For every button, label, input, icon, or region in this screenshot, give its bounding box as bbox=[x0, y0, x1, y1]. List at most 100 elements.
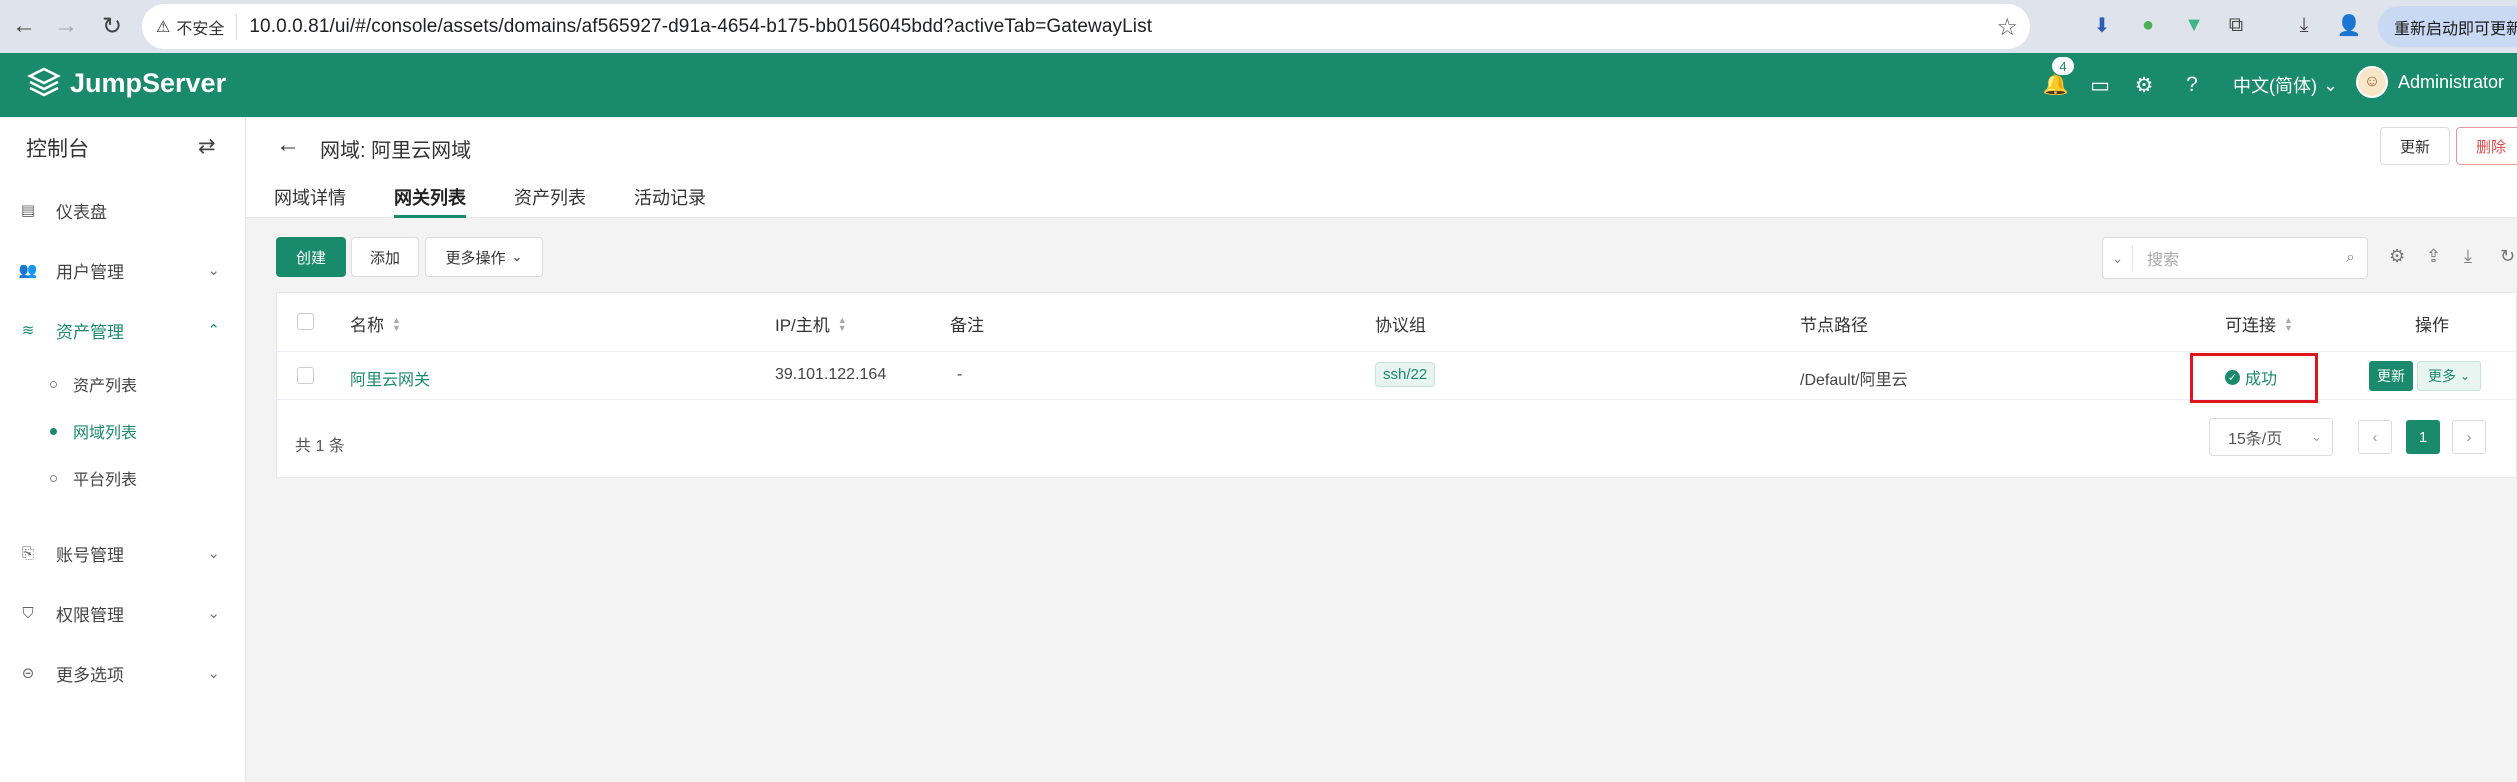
language-selector[interactable]: 中文(简体) ⌄ bbox=[2233, 72, 2338, 98]
browser-toolbar: ← → ↻ ⚠ 不安全 10.0.0.81/ui/#/console/asset… bbox=[0, 0, 2517, 53]
extension-icon[interactable]: ● bbox=[2134, 11, 2162, 39]
refresh-icon[interactable]: ↻ bbox=[2500, 246, 2515, 267]
sidebar: 控制台 ⇄ ▤ 仪表盘 👥 用户管理 ⌄ ≋ 资产管理 ⌃ 资产列表 网域列表 … bbox=[0, 117, 246, 782]
sidebar-item-assets[interactable]: ≋ 资产管理 ⌃ bbox=[0, 307, 246, 353]
page-size-select[interactable]: 15条/页 ⌄ bbox=[2209, 418, 2333, 456]
sort-icon[interactable]: ▲ ▼ bbox=[392, 315, 401, 332]
update-button[interactable]: 更新 bbox=[2380, 127, 2450, 165]
chevron-down-icon: ⌄ bbox=[2323, 74, 2339, 95]
gear-icon[interactable]: ⚙ bbox=[2128, 69, 2160, 101]
gateway-node-path: /Default/阿里云 bbox=[1800, 372, 1908, 389]
sidebar-subitem-label: 平台列表 bbox=[73, 472, 138, 489]
row-more-label: 更多 bbox=[2427, 368, 2456, 384]
page-header: ← 网域: 阿里云网域 网域详情 网关列表 资产列表 活动记录 更新 删除 bbox=[246, 117, 2517, 218]
reload-icon[interactable]: ↻ bbox=[90, 4, 134, 48]
forward-icon[interactable]: → bbox=[44, 4, 88, 48]
delete-button[interactable]: 删除 bbox=[2456, 127, 2517, 165]
tab-domain-detail[interactable]: 网域详情 bbox=[274, 184, 346, 218]
column-name[interactable]: 名称 ▲ ▼ bbox=[350, 311, 401, 336]
column-connectivity[interactable]: 可连接 ▲ ▼ bbox=[2225, 311, 2293, 336]
profile-icon[interactable]: 👤 bbox=[2335, 11, 2363, 39]
create-button[interactable]: 创建 bbox=[276, 237, 346, 277]
sidebar-item-dashboard[interactable]: ▤ 仪表盘 bbox=[0, 187, 246, 233]
column-label: 名称 bbox=[350, 316, 384, 335]
add-button[interactable]: 添加 bbox=[351, 237, 419, 277]
extensions-puzzle-icon[interactable]: ⧉ bbox=[2222, 11, 2250, 39]
insecure-label: 不安全 bbox=[176, 20, 225, 38]
help-icon[interactable]: ? bbox=[2176, 69, 2208, 101]
back-arrow-icon[interactable]: ← bbox=[276, 131, 300, 159]
sidebar-title: 控制台 bbox=[26, 138, 89, 161]
logo[interactable]: JumpServer bbox=[26, 65, 226, 101]
sidebar-subitem-platform-list[interactable]: 平台列表 bbox=[0, 458, 246, 498]
gateway-table: 名称 ▲ ▼ IP/主机 ▲ ▼ 备注 协议组 节点路径 可连接 ▲ ▼ 操作 阿里云… bbox=[276, 292, 2517, 478]
search-placeholder: 搜索 bbox=[2147, 252, 2180, 269]
column-ip[interactable]: IP/主机 ▲ ▼ bbox=[775, 311, 847, 336]
sidebar-item-label: 仪表盘 bbox=[56, 202, 107, 222]
jumpserver-logo-icon bbox=[27, 67, 61, 97]
back-icon[interactable]: ← bbox=[2, 4, 46, 48]
layers-icon: ≋ bbox=[21, 322, 35, 339]
gateway-name-link[interactable]: 阿里云网关 bbox=[350, 366, 430, 390]
tab-asset-list[interactable]: 资产列表 bbox=[514, 184, 586, 218]
swap-view-icon[interactable]: ⇄ bbox=[198, 134, 216, 159]
column-label: IP/主机 bbox=[775, 316, 830, 335]
page-number-button[interactable]: 1 bbox=[2406, 420, 2440, 454]
url-text[interactable]: 10.0.0.81/ui/#/console/assets/domains/af… bbox=[249, 16, 1152, 38]
row-update-button[interactable]: 更新 bbox=[2369, 361, 2413, 391]
column-label: 备注 bbox=[950, 316, 984, 335]
app-header: JumpServer 🔔 ▭ ⚙ ? 中文(简体) ⌄ ☺ Administra… bbox=[0, 53, 2517, 117]
column-label: 可连接 bbox=[2225, 316, 2276, 335]
chevron-up-icon: ⌃ bbox=[207, 322, 220, 339]
terminal-icon[interactable]: ▭ bbox=[2084, 69, 2116, 101]
sort-icon[interactable]: ▲ ▼ bbox=[838, 315, 847, 332]
sort-icon[interactable]: ▲ ▼ bbox=[2284, 315, 2293, 332]
download-extension-icon[interactable]: ⬇ bbox=[2088, 11, 2116, 39]
avatar: ☺ bbox=[2356, 66, 2388, 98]
chevron-down-icon: ⌄ bbox=[2459, 369, 2471, 383]
vue-devtools-icon[interactable]: ▼ bbox=[2180, 11, 2208, 39]
sidebar-item-users[interactable]: 👥 用户管理 ⌄ bbox=[0, 247, 246, 293]
column-comment: 备注 bbox=[950, 311, 984, 336]
row-more-dropdown[interactable]: 更多 ⌄ bbox=[2417, 361, 2481, 391]
user-menu[interactable]: ☺ Administrator bbox=[2356, 66, 2504, 98]
downloads-icon[interactable]: ⤓ bbox=[2290, 11, 2318, 39]
address-bar[interactable]: ⚠ 不安全 10.0.0.81/ui/#/console/assets/doma… bbox=[142, 4, 2030, 49]
users-icon: 👥 bbox=[18, 262, 38, 279]
chevron-down-icon: ⌄ bbox=[2311, 429, 2322, 444]
insecure-indicator[interactable]: ⚠ 不安全 bbox=[156, 13, 238, 40]
row-checkbox[interactable] bbox=[297, 367, 314, 384]
chevron-down-icon[interactable]: ⌄ bbox=[2103, 245, 2133, 271]
bookmark-star-icon[interactable]: ☆ bbox=[1996, 13, 2018, 42]
table-header: 名称 ▲ ▼ IP/主机 ▲ ▼ 备注 协议组 节点路径 可连接 ▲ ▼ 操作 bbox=[277, 293, 2516, 352]
sidebar-subitem-domain-list[interactable]: 网域列表 bbox=[0, 411, 246, 451]
warning-icon: ⚠ bbox=[156, 18, 171, 36]
tab-gateway-list[interactable]: 网关列表 bbox=[394, 184, 466, 218]
upload-icon[interactable]: ⇪ bbox=[2426, 246, 2441, 267]
browser-update-button[interactable]: 重新启动即可更新 bbox=[2378, 6, 2517, 47]
sidebar-item-accounts[interactable]: ⎘ 账号管理 ⌄ bbox=[0, 530, 246, 576]
language-label: 中文(简体) bbox=[2233, 76, 2317, 96]
more-actions-dropdown[interactable]: 更多操作 ⌄ bbox=[425, 237, 543, 277]
total-count: 共 1 条 bbox=[295, 438, 345, 455]
more-icon: ⊝ bbox=[21, 665, 35, 682]
sidebar-item-label: 更多选项 bbox=[56, 665, 124, 685]
gateway-ip: 39.101.122.164 bbox=[775, 366, 887, 383]
chevron-down-icon: ⌄ bbox=[207, 665, 220, 682]
sidebar-item-permissions[interactable]: ⛉ 权限管理 ⌄ bbox=[0, 590, 246, 636]
column-actions: 操作 bbox=[2415, 311, 2449, 336]
search-input[interactable]: ⌄ 搜索 ⌕ bbox=[2102, 237, 2368, 279]
next-page-button[interactable]: › bbox=[2452, 420, 2486, 454]
settings-icon[interactable]: ⚙ bbox=[2389, 246, 2405, 267]
chevron-down-icon: ⌄ bbox=[511, 249, 523, 264]
select-all-checkbox[interactable] bbox=[297, 313, 314, 330]
prev-page-button[interactable]: ‹ bbox=[2358, 420, 2392, 454]
tab-activity-log[interactable]: 活动记录 bbox=[634, 184, 706, 218]
sidebar-item-label: 资产管理 bbox=[56, 322, 124, 342]
download-icon[interactable]: ⤓ bbox=[2464, 246, 2472, 267]
sidebar-subitem-label: 网域列表 bbox=[73, 425, 138, 442]
column-label: 协议组 bbox=[1375, 316, 1426, 335]
bullet-icon bbox=[50, 427, 57, 435]
sidebar-subitem-asset-list[interactable]: 资产列表 bbox=[0, 364, 246, 404]
sidebar-item-more[interactable]: ⊝ 更多选项 ⌄ bbox=[0, 650, 246, 696]
